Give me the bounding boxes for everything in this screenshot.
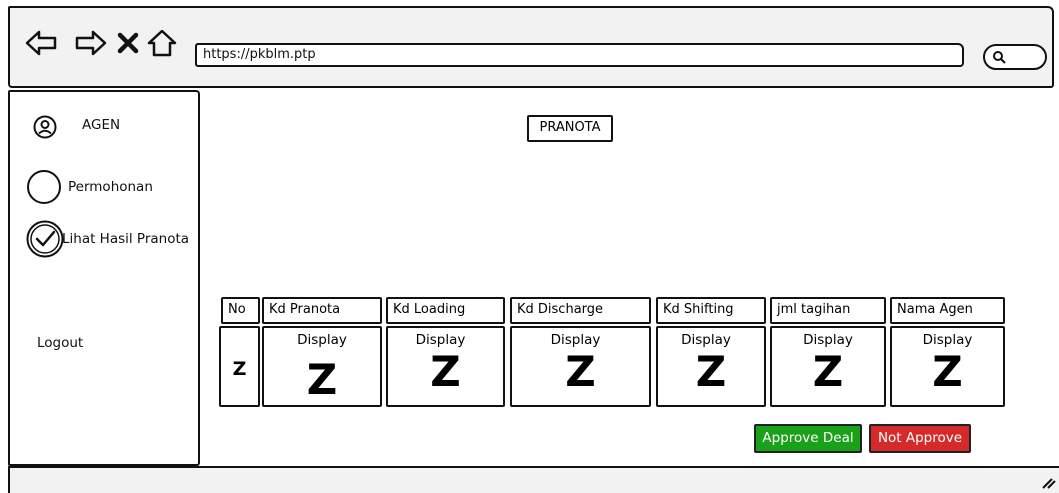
display-label: Display [550, 332, 601, 348]
search-icon [993, 51, 1006, 64]
back-arrow-icon[interactable] [24, 28, 58, 58]
user-icon [33, 115, 57, 139]
resize-grip-icon[interactable] [1040, 474, 1056, 490]
home-icon[interactable] [146, 28, 178, 58]
table-header-nama-agen: Nama Agen [890, 297, 1005, 324]
display-label: Display [415, 332, 466, 348]
table-header-kd-pranota: Kd Pranota [262, 297, 382, 324]
row-number: Z [232, 358, 247, 380]
display-value: Z [565, 347, 596, 396]
display-value: Z [695, 347, 727, 396]
table-cell-jml-tagihan: Display Z [770, 326, 886, 407]
sidebar-item-label: Permohonan [68, 179, 153, 195]
display-label: Display [681, 332, 731, 348]
display-value: Z [932, 347, 963, 396]
approve-deal-button[interactable]: Approve Deal [754, 424, 862, 453]
not-approve-button[interactable]: Not Approve [869, 424, 971, 453]
table-cell-kd-loading: Display Z [386, 326, 505, 407]
close-icon[interactable] [116, 28, 140, 58]
display-label: Display [803, 332, 853, 348]
logout-link[interactable]: Logout [37, 335, 83, 351]
status-bar [8, 466, 1059, 493]
table-header-kd-discharge: Kd Discharge [510, 297, 651, 324]
forward-arrow-icon[interactable] [74, 28, 108, 58]
browser-window: https://pkblm.ptp AGEN Permohonan Lihat … [0, 0, 1059, 493]
display-value: Z [812, 347, 844, 396]
user-role-label: AGEN [82, 117, 121, 133]
table-header-no: No [221, 297, 260, 324]
radio-empty-icon [27, 170, 61, 204]
table-cell-nama-agen: Display Z [890, 326, 1005, 407]
table-cell-kd-discharge: Display Z [510, 326, 651, 407]
table-cell-kd-pranota: Display Z [262, 326, 382, 407]
sidebar-item-label: Lihat Hasil Pranota [62, 231, 190, 247]
address-bar[interactable]: https://pkblm.ptp [195, 43, 964, 67]
display-value: Z [306, 355, 338, 404]
table-cell-no: Z [219, 326, 260, 407]
table-header-kd-loading: Kd Loading [386, 297, 505, 324]
sidebar [8, 90, 200, 466]
check-circle-icon [26, 220, 64, 258]
table-header-kd-shifting: Kd Shifting [656, 297, 766, 324]
search-box[interactable] [983, 44, 1047, 70]
table-header-jml-tagihan: jml tagihan [770, 297, 886, 324]
page-title: PRANOTA [527, 115, 613, 142]
display-label: Display [297, 332, 347, 348]
table-cell-kd-shifting: Display Z [656, 326, 766, 407]
display-label: Display [922, 332, 973, 348]
display-value: Z [430, 347, 461, 396]
